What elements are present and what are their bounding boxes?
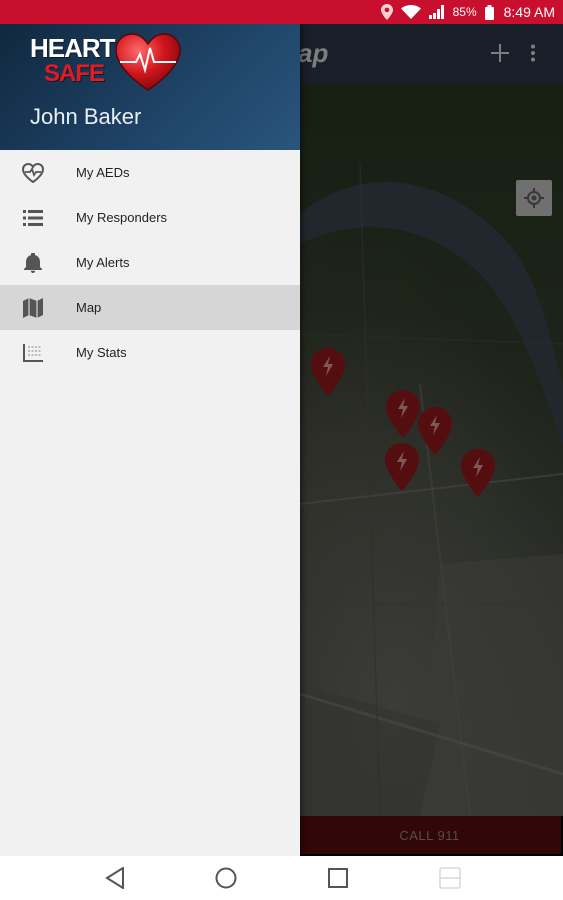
my-location-button[interactable] (516, 180, 552, 216)
drawer-item-my-aeds[interactable]: My AEDs (0, 150, 300, 195)
home-button[interactable] (214, 866, 238, 890)
more-vert-icon (531, 44, 535, 62)
bell-icon (22, 252, 44, 274)
signal-icon (428, 5, 445, 19)
aed-map-pin[interactable] (311, 348, 345, 396)
aed-map-pin[interactable] (418, 407, 452, 455)
screen: 85% 8:49 AM ap CALL 911 HEART SAFE John … (0, 0, 563, 900)
drawer-item-my-responders[interactable]: My Responders (0, 195, 300, 240)
battery-icon (484, 4, 494, 20)
dual-window-button[interactable] (438, 866, 462, 890)
location-icon (380, 4, 393, 20)
call-911-button[interactable]: CALL 911 (298, 816, 561, 854)
user-name: John Baker (30, 104, 142, 129)
drawer-item-my-alerts[interactable]: My Alerts (0, 240, 300, 285)
map-icon (22, 297, 44, 319)
overflow-menu-button[interactable] (522, 38, 544, 68)
drawer-item-label: My Responders (76, 210, 168, 225)
heart-logo-icon (115, 33, 181, 91)
navigation-drawer: HEART SAFE John Baker My AEDs My Respond… (0, 24, 300, 856)
drawer-item-label: Map (76, 300, 102, 315)
split-window-icon (439, 867, 461, 889)
back-triangle-icon (105, 867, 124, 889)
drawer-menu: My AEDs My Responders My Alerts Map My S… (0, 150, 300, 375)
drawer-item-label: My Stats (76, 345, 127, 360)
heart-safe-logo: HEART SAFE (28, 32, 188, 96)
back-button[interactable] (103, 866, 127, 890)
wifi-icon (400, 5, 421, 19)
aed-map-pin[interactable] (461, 449, 495, 497)
page-title: ap (298, 38, 329, 68)
clock: 8:49 AM (503, 4, 555, 20)
recents-square-icon (328, 868, 348, 888)
aed-map-pin[interactable] (385, 443, 419, 491)
drawer-item-map[interactable]: Map (0, 285, 300, 330)
plus-icon (491, 44, 509, 62)
drawer-header: HEART SAFE John Baker (0, 24, 300, 150)
add-button[interactable] (486, 38, 514, 68)
system-nav-bar (0, 856, 563, 900)
aed-map-pin[interactable] (386, 390, 420, 438)
drawer-item-my-stats[interactable]: My Stats (0, 330, 300, 375)
drawer-item-label: My Alerts (76, 255, 130, 270)
crosshair-icon (524, 188, 544, 208)
stats-table-icon (22, 342, 44, 364)
call-911-label: CALL 911 (399, 827, 460, 843)
logo-text-heart: HEART (30, 33, 116, 63)
drawer-item-label: My AEDs (76, 165, 130, 180)
list-icon (22, 207, 44, 229)
heart-pulse-icon (22, 162, 44, 184)
battery-percent: 85% (452, 5, 477, 19)
status-bar: 85% 8:49 AM (0, 0, 563, 24)
home-circle-icon (215, 867, 237, 889)
recents-button[interactable] (326, 866, 350, 890)
logo-text-safe: SAFE (44, 60, 105, 87)
